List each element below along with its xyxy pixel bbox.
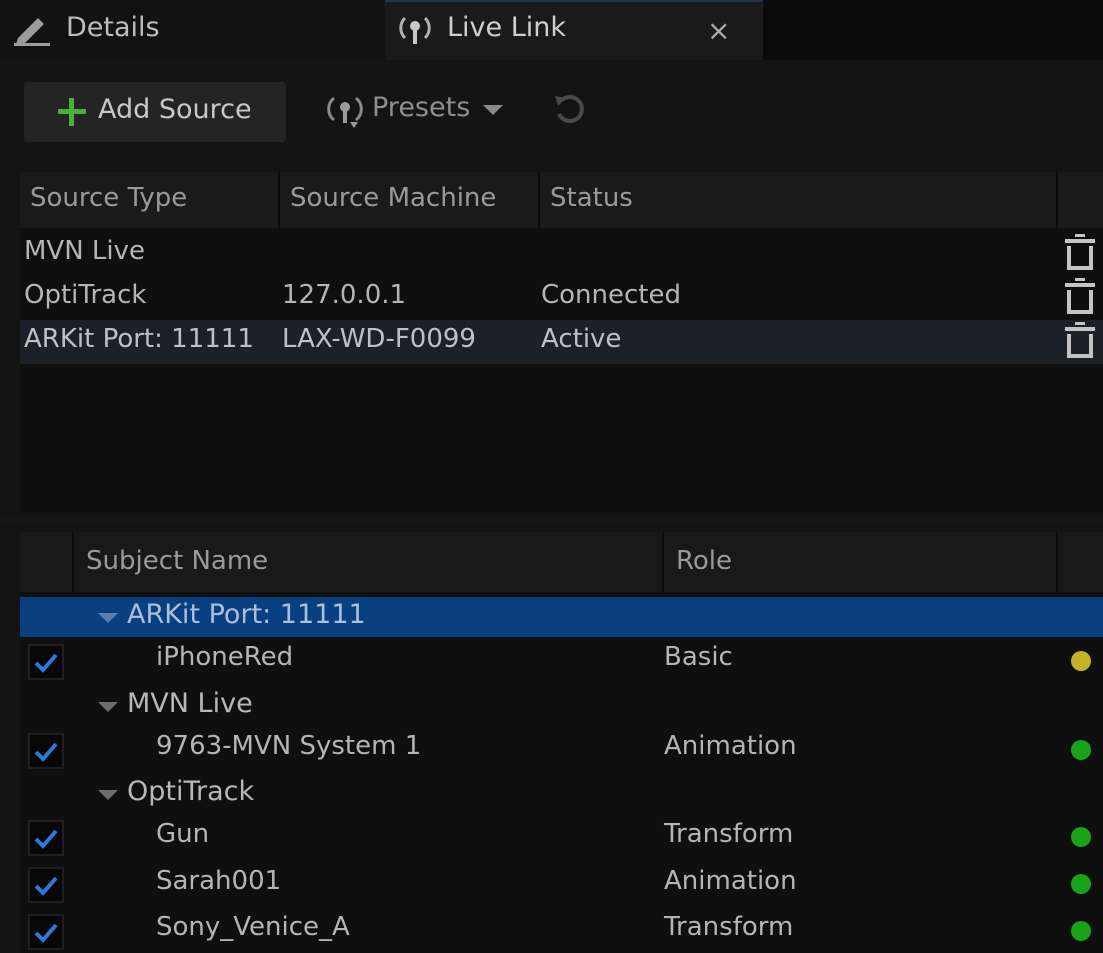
subject-name: iPhoneRed xyxy=(156,642,294,672)
source-machine: LAX-WD-F0099 xyxy=(282,324,476,354)
subject-status-indicator xyxy=(1071,740,1091,760)
trash-icon[interactable] xyxy=(1063,234,1097,270)
close-icon[interactable]: × xyxy=(707,14,730,47)
source-row[interactable]: MVN Live xyxy=(20,232,1103,276)
presets-dropdown[interactable]: Presets xyxy=(322,88,512,134)
column-divider[interactable] xyxy=(278,172,280,228)
source-machine: 127.0.0.1 xyxy=(282,280,407,310)
trash-icon[interactable] xyxy=(1063,322,1097,358)
header-subject-name[interactable]: Subject Name xyxy=(86,546,268,576)
subject-role: Transform xyxy=(664,912,794,942)
column-divider[interactable] xyxy=(538,172,540,228)
tab-live-link-label: Live Link xyxy=(447,12,567,43)
expand-triangle-icon[interactable] xyxy=(98,790,118,800)
subject-list-header: Subject Name Role xyxy=(20,532,1103,592)
source-status: Active xyxy=(541,324,622,354)
expand-triangle-icon[interactable] xyxy=(98,613,118,623)
plus-icon xyxy=(58,98,86,126)
chevron-down-icon xyxy=(483,105,503,115)
column-divider[interactable] xyxy=(662,532,664,592)
pencil-icon xyxy=(14,18,50,46)
subject-group-selected[interactable]: ARKit Port: 11111 xyxy=(20,597,1103,637)
source-type: ARKit Port: 11111 xyxy=(24,324,254,354)
subject-name: Sarah001 xyxy=(156,866,282,896)
source-status: Connected xyxy=(541,280,682,310)
subject-row[interactable]: Sony_Venice_A Transform xyxy=(20,910,1103,952)
subject-status-indicator xyxy=(1071,827,1091,847)
column-divider[interactable] xyxy=(1056,532,1058,592)
trash-icon[interactable] xyxy=(1063,278,1097,314)
add-source-label: Add Source xyxy=(98,94,252,125)
tab-live-link[interactable]: Live Link × xyxy=(385,0,763,60)
subject-row[interactable]: Gun Transform xyxy=(20,817,1103,859)
subject-role: Animation xyxy=(664,866,797,896)
subject-group-name: OptiTrack xyxy=(127,776,255,807)
source-type: OptiTrack xyxy=(24,280,147,310)
subject-role: Basic xyxy=(664,642,733,672)
subject-row[interactable]: iPhoneRed Basic xyxy=(20,640,1103,682)
header-status[interactable]: Status xyxy=(550,183,633,213)
refresh-icon[interactable] xyxy=(552,92,588,128)
header-source-machine[interactable]: Source Machine xyxy=(290,183,496,213)
subject-name: Gun xyxy=(156,819,210,849)
tab-details[interactable]: Details xyxy=(0,0,385,60)
subject-row[interactable]: 9763-MVN System 1 Animation xyxy=(20,729,1103,771)
column-divider[interactable] xyxy=(1056,172,1058,228)
expand-triangle-icon[interactable] xyxy=(98,702,118,712)
subject-group[interactable]: OptiTrack xyxy=(20,774,1103,816)
presets-icon xyxy=(327,96,363,128)
subject-status-indicator xyxy=(1071,921,1091,941)
tab-details-label: Details xyxy=(66,12,160,43)
subject-role: Animation xyxy=(664,731,797,761)
header-source-type[interactable]: Source Type xyxy=(30,183,187,213)
source-list-header: Source Type Source Machine Status xyxy=(20,172,1103,228)
subject-role: Transform xyxy=(664,819,794,849)
source-type: MVN Live xyxy=(24,236,146,266)
subject-status-indicator xyxy=(1071,651,1091,671)
subject-group[interactable]: MVN Live xyxy=(20,686,1103,728)
subject-name: Sony_Venice_A xyxy=(156,912,350,942)
add-source-button[interactable]: Add Source xyxy=(24,82,286,142)
splitter[interactable] xyxy=(0,514,1103,524)
presets-label: Presets xyxy=(372,92,471,123)
header-role[interactable]: Role xyxy=(676,546,732,576)
source-row[interactable]: OptiTrack 127.0.0.1 Connected xyxy=(20,276,1103,320)
live-link-icon xyxy=(399,16,431,44)
subject-status-indicator xyxy=(1071,874,1091,894)
subject-group-name: ARKit Port: 11111 xyxy=(127,599,366,630)
column-divider[interactable] xyxy=(72,532,74,592)
subject-row[interactable]: Sarah001 Animation xyxy=(20,864,1103,906)
source-row[interactable]: ARKit Port: 11111 LAX-WD-F0099 Active xyxy=(20,320,1103,364)
subject-name: 9763-MVN System 1 xyxy=(156,731,422,761)
subject-group-name: MVN Live xyxy=(127,688,253,719)
